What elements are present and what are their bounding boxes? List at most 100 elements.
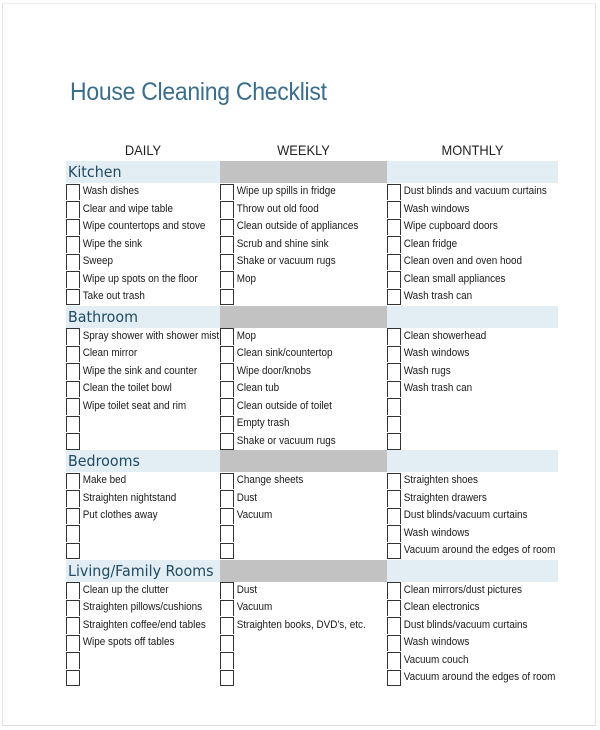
checkbox[interactable]	[66, 380, 80, 397]
checkbox[interactable]	[220, 490, 234, 507]
task-label: Clean up the clutter	[82, 583, 169, 596]
checkbox[interactable]	[387, 415, 401, 432]
task-label: Clean oven and oven hood	[403, 255, 523, 267]
checkbox[interactable]	[66, 236, 80, 253]
checklist-item: Wipe door/knobs	[220, 363, 387, 381]
checkbox[interactable]	[220, 507, 234, 524]
task-label: Wipe the sink	[82, 237, 143, 250]
checkbox[interactable]	[220, 345, 234, 362]
checkbox[interactable]	[220, 271, 234, 288]
checkbox[interactable]	[220, 617, 234, 634]
checkbox[interactable]	[66, 271, 80, 288]
checkbox[interactable]	[387, 380, 401, 397]
checkbox[interactable]	[66, 652, 80, 669]
checkbox[interactable]	[66, 345, 80, 362]
checkbox[interactable]	[387, 507, 401, 524]
checkbox[interactable]	[66, 218, 80, 235]
checkbox[interactable]	[66, 253, 80, 270]
checkbox[interactable]	[66, 183, 80, 200]
checkbox[interactable]	[66, 507, 80, 524]
checklist-item: Wipe up spills in fridge	[220, 183, 387, 201]
task-label: Spray shower with shower mist	[82, 329, 220, 342]
checkbox[interactable]	[387, 669, 401, 686]
checkbox[interactable]	[66, 363, 80, 380]
task-label: Dust blinds/vacuum curtains	[403, 618, 528, 631]
checkbox[interactable]	[220, 652, 234, 669]
checkbox[interactable]	[387, 253, 401, 270]
checkbox[interactable]	[66, 433, 80, 450]
task-label: Vacuum around the edges of room	[403, 671, 556, 683]
task-label: Wipe toilet seat and rim	[82, 399, 187, 412]
checkbox[interactable]	[220, 525, 234, 542]
checkbox[interactable]	[220, 201, 234, 218]
checkbox[interactable]	[66, 398, 80, 415]
checkbox[interactable]	[387, 634, 401, 651]
checkbox[interactable]	[387, 218, 401, 235]
checkbox[interactable]	[66, 490, 80, 507]
checkbox[interactable]	[387, 652, 401, 669]
checkbox[interactable]	[220, 398, 234, 415]
section-rows: Make bed Straighten nightstand Put clothes…	[66, 472, 558, 560]
checkbox[interactable]	[387, 183, 401, 200]
task-label: Sweep	[82, 255, 113, 267]
checklist-item	[387, 433, 558, 451]
checkbox[interactable]	[220, 363, 234, 380]
checkbox[interactable]	[387, 236, 401, 253]
checkbox[interactable]	[387, 328, 401, 345]
checkbox[interactable]	[66, 599, 80, 616]
checkbox[interactable]	[220, 433, 234, 450]
checklist-item: Wipe up spots on the floor	[66, 271, 220, 289]
section-header-monthly-band	[387, 559, 558, 582]
checkbox[interactable]	[66, 525, 80, 542]
checkbox[interactable]	[66, 634, 80, 651]
checkbox[interactable]	[220, 380, 234, 397]
checkbox[interactable]	[66, 472, 80, 489]
checkbox[interactable]	[220, 288, 234, 305]
checklist-item	[66, 525, 220, 543]
checkbox[interactable]	[66, 542, 80, 559]
checkbox[interactable]	[66, 328, 80, 345]
checklist-item	[66, 669, 220, 686]
checklist-item: Clean the toilet bowl	[66, 380, 220, 398]
checkbox[interactable]	[387, 363, 401, 380]
checklist-item: Clean up the clutter	[66, 582, 220, 600]
task-label: Vacuum couch	[403, 653, 469, 666]
checkbox[interactable]	[387, 271, 401, 288]
checkbox[interactable]	[387, 582, 401, 599]
checkbox[interactable]	[220, 542, 234, 559]
checklist-item: Dust	[220, 490, 387, 508]
checkbox[interactable]	[387, 433, 401, 450]
checkbox[interactable]	[66, 415, 80, 432]
checkbox[interactable]	[220, 236, 234, 253]
checkbox[interactable]	[387, 472, 401, 489]
checkbox[interactable]	[387, 599, 401, 616]
checkbox[interactable]	[220, 582, 234, 599]
checkbox[interactable]	[220, 472, 234, 489]
checkbox[interactable]	[220, 218, 234, 235]
checklist-item: Put clothes away	[66, 507, 220, 525]
checkbox[interactable]	[66, 201, 80, 218]
sections-container: Kitchen Wash dishes Clear and wipe table Wi…	[66, 161, 558, 686]
checklist-item: Wash windows	[387, 345, 558, 363]
checkbox[interactable]	[66, 669, 80, 686]
checkbox[interactable]	[387, 490, 401, 507]
checkbox[interactable]	[220, 634, 234, 651]
checkbox[interactable]	[387, 525, 401, 542]
checkbox[interactable]	[220, 183, 234, 200]
checkbox[interactable]	[220, 328, 234, 345]
checkbox[interactable]	[387, 288, 401, 305]
checkbox[interactable]	[387, 201, 401, 218]
checkbox[interactable]	[387, 398, 401, 415]
checkbox[interactable]	[387, 617, 401, 634]
checkbox[interactable]	[220, 599, 234, 616]
checkbox[interactable]	[66, 288, 80, 305]
checkbox[interactable]	[387, 345, 401, 362]
checkbox[interactable]	[220, 669, 234, 686]
section-bathroom: Bathroom Spray shower with shower mist Cle…	[66, 305, 558, 451]
checkbox[interactable]	[66, 617, 80, 634]
checkbox[interactable]	[220, 253, 234, 270]
checkbox[interactable]	[66, 582, 80, 599]
checkbox[interactable]	[387, 542, 401, 559]
checkbox[interactable]	[220, 415, 234, 432]
checklist-item: Vacuum	[220, 507, 387, 525]
